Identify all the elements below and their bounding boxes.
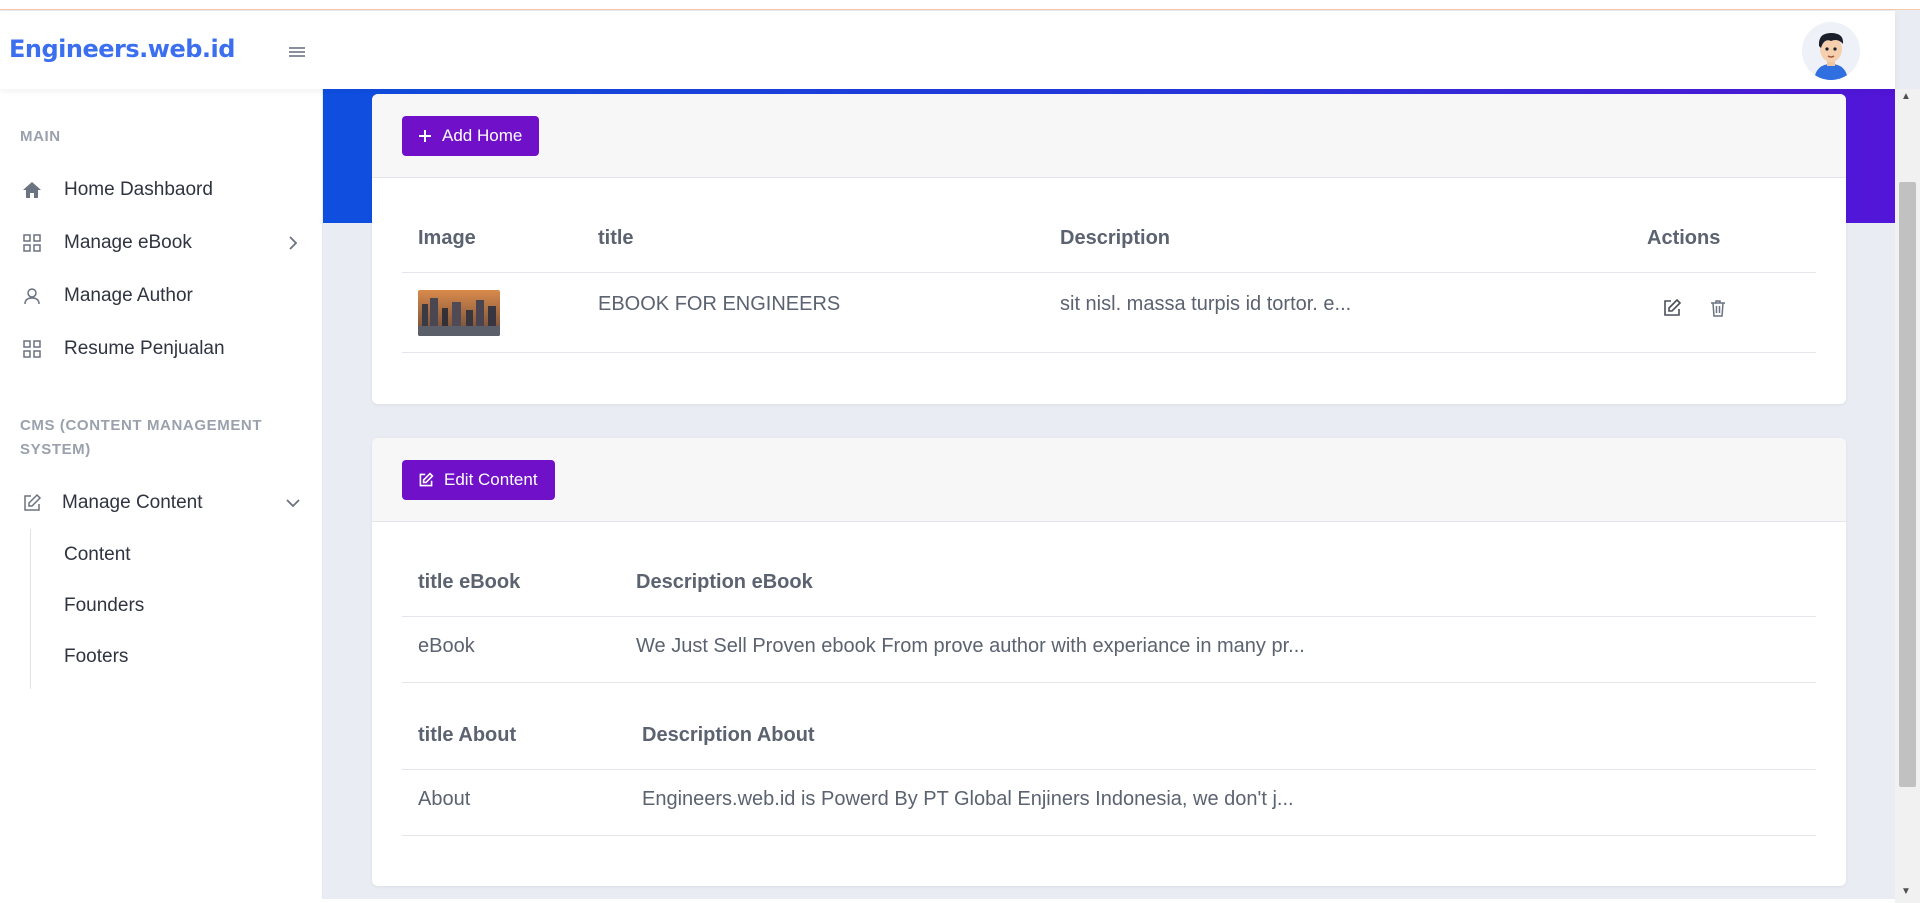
plus-icon: [419, 130, 431, 142]
content-card: Edit Content title eBook Description eBo…: [372, 438, 1846, 886]
home-card-header: Add Home: [372, 94, 1846, 178]
grid-icon: [20, 337, 44, 361]
edit-content-label: Edit Content: [444, 470, 538, 489]
home-card: Add Home Image title Description Actions…: [372, 94, 1846, 404]
chevron-right-icon: [284, 234, 302, 252]
row-divider: [402, 272, 1816, 273]
submenu-divider: [30, 529, 31, 689]
edit-icon[interactable]: [1662, 298, 1682, 318]
scroll-up-arrow-icon[interactable]: ▲: [1901, 91, 1911, 102]
column-header-description-ebook: Description eBook: [636, 571, 813, 593]
sidebar-item-manage-content[interactable]: Manage Content: [0, 481, 323, 525]
add-home-button[interactable]: Add Home: [402, 116, 540, 156]
scroll-down-arrow-icon[interactable]: ▼: [1901, 886, 1911, 897]
column-header-image: Image: [418, 227, 476, 249]
home-row-title: EBOOK FOR ENGINEERS: [598, 293, 841, 315]
about-row-description: Engineers.web.id is Powerd By PT Global …: [642, 788, 1294, 810]
row-divider: [402, 682, 1816, 683]
sidebar-item-home-dashboard[interactable]: Home Dashbaord: [0, 168, 323, 212]
brand-logo[interactable]: Engineers.web.id: [9, 35, 235, 63]
sidebar-section-cms: CMS (CONTENT MANAGEMENT SYSTEM): [20, 417, 263, 458]
sidebar-item-label: Manage Content: [62, 492, 203, 513]
chevron-down-icon: [284, 494, 302, 512]
row-divider: [402, 616, 1816, 617]
bottom-edge: [0, 899, 1895, 903]
home-icon: [20, 178, 44, 202]
scrollbar-thumb[interactable]: [1899, 182, 1916, 787]
sidebar: MAIN Home Dashbaord Manage eBook Manage …: [0, 89, 323, 903]
about-row-title: About: [418, 788, 471, 810]
ebook-row-title: eBook: [418, 635, 475, 657]
column-header-title: title: [598, 227, 634, 249]
edit-content-button[interactable]: Edit Content: [402, 460, 555, 500]
top-header: Engineers.web.id: [0, 11, 1895, 89]
row-divider: [402, 835, 1816, 836]
grid-icon: [20, 231, 44, 255]
ebook-thumbnail: [418, 290, 500, 336]
sidebar-item-manage-ebook[interactable]: Manage eBook: [0, 221, 323, 265]
add-home-label: Add Home: [442, 126, 523, 145]
trash-icon[interactable]: [1708, 298, 1728, 318]
sidebar-item-label: Resume Penjualan: [64, 338, 225, 359]
sidebar-subitem-footers[interactable]: Footers: [64, 646, 128, 668]
sidebar-subitem-content[interactable]: Content: [64, 544, 131, 566]
user-avatar[interactable]: [1802, 22, 1860, 80]
column-header-description-about: Description About: [642, 724, 815, 746]
column-header-title-ebook: title eBook: [418, 571, 521, 593]
hamburger-menu-icon[interactable]: [286, 41, 308, 63]
sidebar-item-resume-penjualan[interactable]: Resume Penjualan: [0, 327, 323, 371]
sidebar-item-label: Home Dashbaord: [64, 179, 213, 200]
column-header-title-about: title About: [418, 724, 517, 746]
ebook-row-description: We Just Sell Proven ebook From prove aut…: [636, 635, 1305, 657]
column-header-actions: Actions: [1647, 227, 1721, 249]
edit-icon: [419, 472, 434, 487]
row-divider: [402, 769, 1816, 770]
sidebar-subitem-founders[interactable]: Founders: [64, 595, 144, 617]
sidebar-item-label: Manage eBook: [64, 232, 192, 253]
page-scrollbar[interactable]: ▲ ▼: [1895, 89, 1920, 903]
column-header-description: Description: [1060, 227, 1171, 249]
home-row-description: sit nisl. massa turpis id tortor. e...: [1060, 293, 1352, 315]
sidebar-section-main: MAIN: [20, 128, 61, 145]
top-strip: [0, 0, 1920, 10]
sidebar-item-manage-author[interactable]: Manage Author: [0, 274, 323, 318]
edit-icon: [20, 491, 44, 515]
user-icon: [20, 284, 44, 308]
sidebar-item-label: Manage Author: [64, 285, 193, 306]
content-card-header: Edit Content: [372, 438, 1846, 522]
row-divider: [402, 352, 1816, 353]
